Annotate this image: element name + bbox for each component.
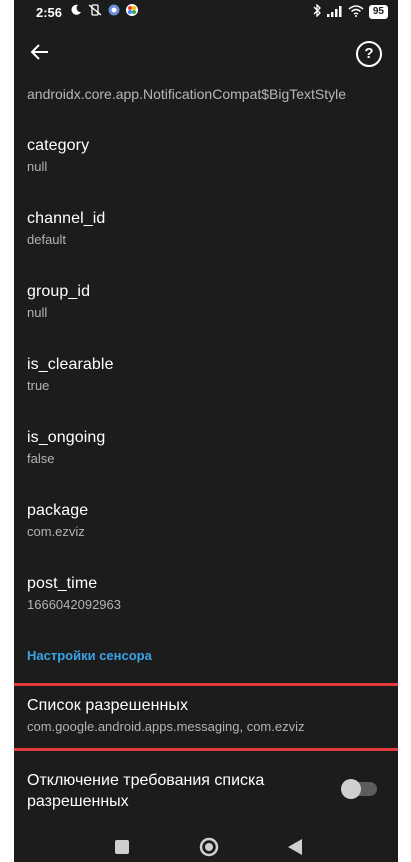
field-title: post_time <box>27 575 98 592</box>
app-notification-icon <box>108 4 120 19</box>
toggle-knob <box>341 779 361 799</box>
disable-whitelist-toggle[interactable] <box>341 779 377 799</box>
moon-icon <box>70 4 82 19</box>
field-row-channel-id[interactable]: channel_id default <box>27 210 387 247</box>
signal-icon <box>326 5 343 20</box>
status-right-icons: 95 <box>312 3 388 20</box>
whitelist-setting[interactable]: Список разрешенных com.google.android.ap… <box>27 697 387 734</box>
navigation-bar <box>14 830 398 862</box>
google-photos-icon <box>126 4 138 19</box>
back-triangle-icon[interactable] <box>288 839 302 860</box>
disable-whitelist-setting[interactable]: Отключение требования списка разрешенных <box>27 770 387 812</box>
field-row-category[interactable]: category null <box>27 137 387 174</box>
field-title: category <box>27 137 90 154</box>
field-row-is-ongoing[interactable]: is_ongoing false <box>27 429 387 466</box>
field-row-package[interactable]: package com.ezviz <box>27 502 387 539</box>
help-icon[interactable]: ? <box>356 41 382 67</box>
field-value: false <box>27 451 55 466</box>
section-header-sensor-settings: Настройки сенсора <box>27 648 152 663</box>
whitelist-value: com.google.android.apps.messaging, com.e… <box>27 719 305 734</box>
field-value: true <box>27 378 50 393</box>
vibrate-off-icon <box>88 4 102 19</box>
status-bar: 2:56 95 <box>14 0 398 26</box>
field-row-post-time[interactable]: post_time 1666042092963 <box>27 575 387 612</box>
field-title: package <box>27 502 89 519</box>
field-value: default <box>27 232 67 247</box>
disable-whitelist-title: Отключение требования списка разрешенных <box>27 772 265 810</box>
field-title: is_ongoing <box>27 429 106 446</box>
battery-indicator: 95 <box>368 5 388 19</box>
app-bar: ? <box>14 36 398 70</box>
field-value: com.ezviz <box>27 524 85 539</box>
field-row-group-id[interactable]: group_id null <box>27 283 387 320</box>
field-title: group_id <box>27 283 91 300</box>
status-left-icons <box>70 4 138 19</box>
whitelist-title: Список разрешенных <box>27 697 189 714</box>
field-row-is-clearable[interactable]: is_clearable true <box>27 356 387 393</box>
back-arrow-icon[interactable] <box>30 42 50 67</box>
field-title: channel_id <box>27 210 106 227</box>
wifi-icon <box>348 4 364 20</box>
recents-square-icon[interactable] <box>115 840 129 859</box>
home-circle-icon[interactable] <box>199 837 219 862</box>
phone-screen: 2:56 95 ? androidx.core.app.Notification… <box>14 0 398 862</box>
bluetooth-icon <box>312 3 322 20</box>
truncated-value: androidx.core.app.NotificationCompat$Big… <box>27 86 347 102</box>
field-value: 1666042092963 <box>27 597 121 612</box>
field-title: is_clearable <box>27 356 114 373</box>
truncated-title <box>27 74 187 80</box>
status-time: 2:56 <box>36 5 63 20</box>
field-value: null <box>27 305 48 320</box>
field-value: null <box>27 159 48 174</box>
